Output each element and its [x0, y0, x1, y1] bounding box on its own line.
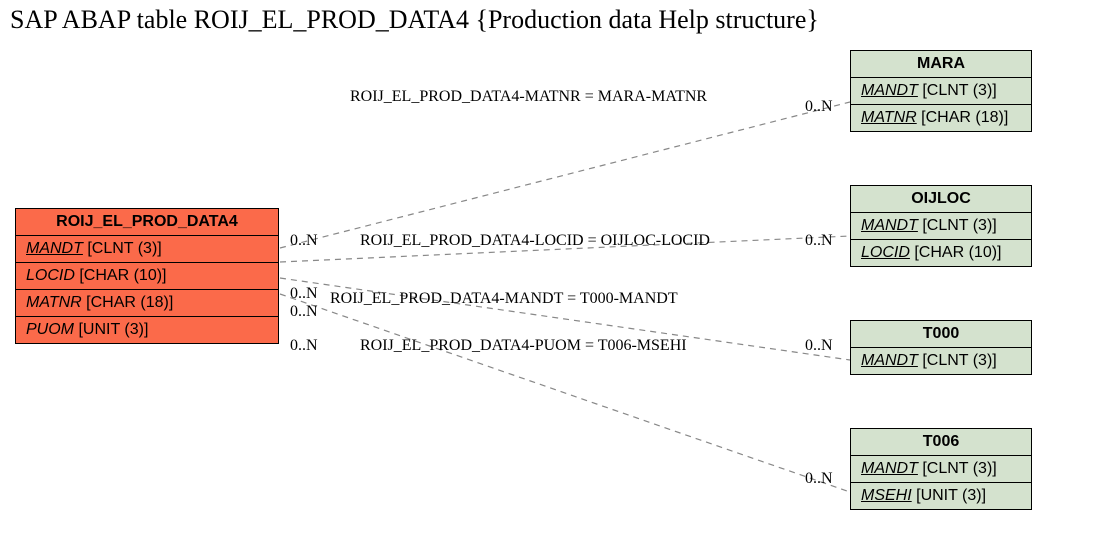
field-name: LOCID [861, 244, 910, 261]
entity-oijloc-field-mandt: MANDT [CLNT (3)] [851, 212, 1031, 239]
field-type: [CLNT (3)] [922, 217, 996, 234]
field-name: MANDT [26, 240, 83, 257]
field-type: [CLNT (3)] [922, 352, 996, 369]
entity-main-name: ROIJ_EL_PROD_DATA4 [16, 209, 278, 235]
entity-mara-name: MARA [851, 51, 1031, 77]
field-type: [CLNT (3)] [922, 82, 996, 99]
entity-mara-field-mandt: MANDT [CLNT (3)] [851, 77, 1031, 104]
field-name: MSEHI [861, 487, 912, 504]
entity-mara-field-matnr: MATNR [CHAR (18)] [851, 104, 1031, 131]
entity-oijloc-field-locid: LOCID [CHAR (10)] [851, 239, 1031, 266]
field-name: MATNR [861, 109, 917, 126]
field-name: MATNR [26, 294, 82, 311]
field-name: MANDT [861, 82, 918, 99]
field-name: PUOM [26, 321, 74, 338]
card-left-r2: 0..N [290, 285, 318, 303]
field-type: [CHAR (18)] [921, 109, 1008, 126]
field-type: [CHAR (18)] [86, 294, 173, 311]
relation-label-oijloc: ROIJ_EL_PROD_DATA4-LOCID = OIJLOC-LOCID [360, 232, 710, 250]
entity-main-field-matnr: MATNR [CHAR (18)] [16, 289, 278, 316]
entity-main-field-mandt: MANDT [CLNT (3)] [16, 235, 278, 262]
entity-t000-name: T000 [851, 321, 1031, 347]
entity-main-field-locid: LOCID [CHAR (10)] [16, 262, 278, 289]
card-right-r2: 0..N [805, 232, 833, 250]
card-right-r1: 0..N [805, 98, 833, 116]
entity-t000-field-mandt: MANDT [CLNT (3)] [851, 347, 1031, 374]
entity-t006-name: T006 [851, 429, 1031, 455]
field-type: [CLNT (3)] [87, 240, 161, 257]
entity-oijloc: OIJLOC MANDT [CLNT (3)] LOCID [CHAR (10)… [850, 185, 1032, 267]
field-type: [CHAR (10)] [914, 244, 1001, 261]
card-left-r3: 0..N [290, 303, 318, 321]
field-name: MANDT [861, 352, 918, 369]
field-type: [UNIT (3)] [78, 321, 148, 338]
card-right-r4: 0..N [805, 470, 833, 488]
field-type: [CLNT (3)] [922, 460, 996, 477]
card-left-r4: 0..N [290, 337, 318, 355]
field-name: LOCID [26, 267, 75, 284]
field-type: [CHAR (10)] [79, 267, 166, 284]
entity-mara: MARA MANDT [CLNT (3)] MATNR [CHAR (18)] [850, 50, 1032, 132]
card-right-r3: 0..N [805, 337, 833, 355]
relation-label-t006: ROIJ_EL_PROD_DATA4-PUOM = T006-MSEHI [360, 337, 687, 355]
entity-oijloc-name: OIJLOC [851, 186, 1031, 212]
field-type: [UNIT (3)] [916, 487, 986, 504]
field-name: MANDT [861, 460, 918, 477]
card-left-r1: 0..N [290, 232, 318, 250]
page-title: SAP ABAP table ROIJ_EL_PROD_DATA4 {Produ… [10, 5, 819, 35]
field-name: MANDT [861, 217, 918, 234]
entity-t006-field-mandt: MANDT [CLNT (3)] [851, 455, 1031, 482]
entity-t006: T006 MANDT [CLNT (3)] MSEHI [UNIT (3)] [850, 428, 1032, 510]
relation-label-t000: ROIJ_EL_PROD_DATA4-MANDT = T000-MANDT [330, 290, 678, 308]
entity-t000: T000 MANDT [CLNT (3)] [850, 320, 1032, 375]
relation-label-mara: ROIJ_EL_PROD_DATA4-MATNR = MARA-MATNR [350, 88, 707, 106]
entity-t006-field-msehi: MSEHI [UNIT (3)] [851, 482, 1031, 509]
entity-main-field-puom: PUOM [UNIT (3)] [16, 316, 278, 343]
entity-main: ROIJ_EL_PROD_DATA4 MANDT [CLNT (3)] LOCI… [15, 208, 279, 344]
